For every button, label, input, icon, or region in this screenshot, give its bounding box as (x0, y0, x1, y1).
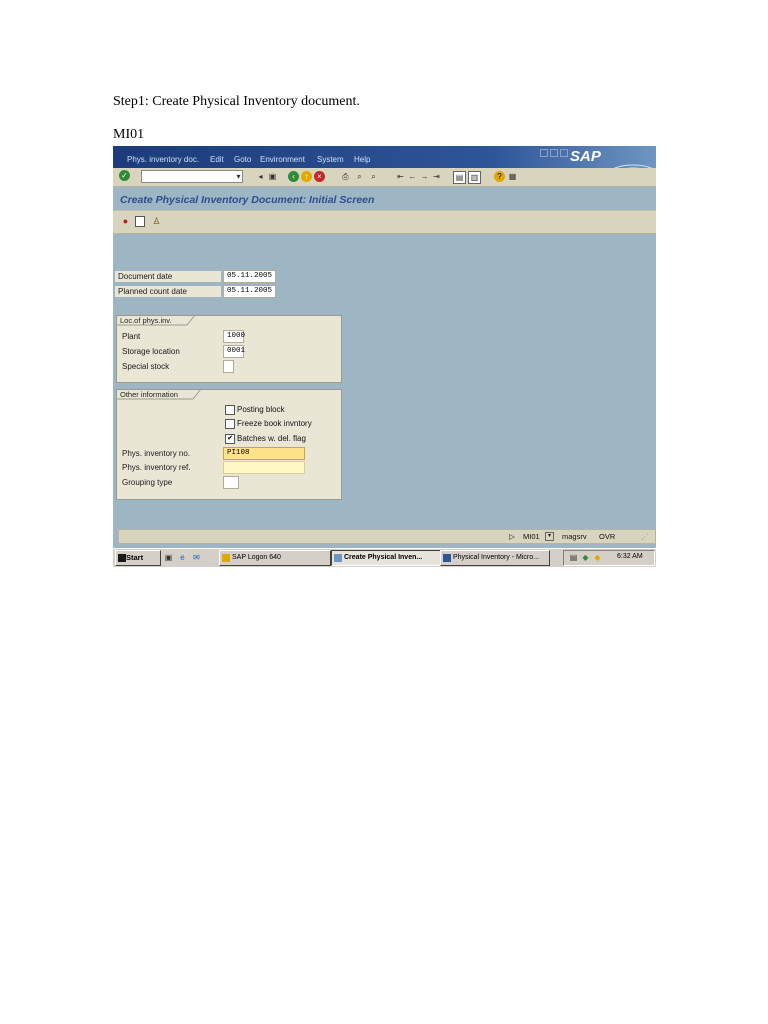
print-icon[interactable]: ⎙ (340, 171, 351, 182)
system-tray: ▤ ◆ ◆ 6:32 AM (563, 550, 655, 566)
back-icon[interactable]: ‹ (288, 171, 299, 182)
first-page-icon[interactable]: ⇤ (395, 171, 406, 182)
tray-shield-icon[interactable]: ◆ (592, 552, 603, 563)
phys-inventory-no-field[interactable]: PI108 (223, 447, 305, 460)
phys-inventory-ref-field[interactable] (223, 461, 305, 474)
clock: 6:32 AM (617, 553, 643, 560)
sap-logon-icon (222, 554, 230, 562)
user-settings-icon[interactable]: ● (120, 216, 131, 227)
storage-location-label: Storage location (119, 346, 225, 357)
step-heading: Step1: Create Physical Inventory documen… (113, 94, 360, 109)
command-field[interactable] (141, 170, 243, 183)
save-icon[interactable]: ▣ (267, 171, 278, 182)
taskbar-create-physical-inventory-label: Create Physical Inven... (344, 554, 423, 561)
network-icon[interactable]: ▤ (568, 552, 579, 563)
enter-check-icon[interactable]: ✓ (119, 170, 130, 181)
location-group-tab-outline (117, 314, 196, 326)
new-document-icon[interactable] (135, 216, 145, 227)
person-icon[interactable]: ♙ (151, 216, 162, 227)
next-page-icon[interactable]: → (419, 171, 430, 182)
special-stock-label: Special stock (119, 361, 225, 372)
taskbar-sap-logon[interactable]: SAP Logon 640 (219, 550, 331, 566)
start-button[interactable]: Start (115, 550, 161, 566)
menu-environment[interactable]: Environment (260, 155, 305, 164)
grouping-type-label: Grouping type (119, 477, 225, 488)
storage-location-field[interactable]: 0001 (223, 345, 245, 358)
minimize-icon[interactable] (540, 149, 548, 157)
help-icon[interactable]: ? (494, 171, 505, 182)
batches-deletion-flag-checkbox[interactable]: ✔ (225, 434, 235, 444)
menu-bar: Phys. inventory doc. Edit Goto Environme… (113, 146, 656, 184)
plant-label: Plant (119, 331, 225, 342)
outlook-icon[interactable]: ✉ (191, 552, 202, 563)
close-icon[interactable] (560, 149, 568, 157)
status-expand-icon[interactable]: ▷ (509, 532, 515, 541)
taskbar-word-document[interactable]: Physical Inventory - Micro... (440, 550, 550, 566)
layout-menu-icon[interactable]: ▦ (507, 171, 518, 182)
back-arrow-icon[interactable]: ◂ (255, 171, 266, 182)
grouping-type-field[interactable] (223, 476, 239, 489)
phys-inventory-ref-label: Phys. inventory ref. (119, 462, 225, 473)
posting-block-label: Posting block (237, 405, 285, 414)
freeze-book-inventory-label: Freeze book invntory (237, 419, 312, 428)
show-desktop-icon[interactable]: ▣ (163, 552, 174, 563)
application-toolbar (113, 210, 656, 234)
special-stock-field[interactable] (223, 360, 234, 373)
status-server: magsrv (562, 532, 587, 541)
dropdown-icon[interactable]: ▾ (233, 171, 244, 182)
planned-count-date-field[interactable]: 05.11.2005 (223, 285, 276, 298)
taskbar-sap-logon-label: SAP Logon 640 (232, 554, 281, 561)
document-date-field[interactable]: 05.11.2005 (223, 270, 276, 283)
create-session-icon[interactable]: ▤ (453, 171, 466, 184)
create-shortcut-icon[interactable]: ▥ (468, 171, 481, 184)
internet-explorer-icon[interactable]: e (177, 552, 188, 563)
status-transaction-code: MI01 (523, 532, 540, 541)
phys-inventory-no-label: Phys. inventory no. (119, 448, 225, 459)
tray-app-icon[interactable]: ◆ (580, 552, 591, 563)
page-title: Create Physical Inventory Document: Init… (120, 194, 375, 206)
status-mode[interactable]: OVR (599, 532, 615, 541)
exit-icon[interactable]: ↑ (301, 171, 312, 182)
maximize-icon[interactable] (550, 149, 558, 157)
previous-page-icon[interactable]: ← (407, 171, 418, 182)
planned-count-date-label: Planned count date (115, 286, 221, 297)
last-page-icon[interactable]: ⇥ (431, 171, 442, 182)
start-label: Start (126, 553, 144, 562)
menu-system[interactable]: System (317, 155, 344, 164)
menu-goto[interactable]: Goto (234, 155, 251, 164)
transaction-code-heading: MI01 (113, 127, 145, 142)
document-date-label: Document date (115, 271, 221, 282)
menu-help[interactable]: Help (354, 155, 370, 164)
plant-field[interactable]: 1000 (223, 330, 245, 343)
other-information-tab-outline (117, 388, 202, 400)
word-icon (443, 554, 451, 562)
taskbar-create-physical-inventory[interactable]: Create Physical Inven... (331, 550, 441, 566)
sap-screenshot: Phys. inventory doc. Edit Goto Environme… (113, 146, 656, 567)
menu-edit[interactable]: Edit (210, 155, 224, 164)
find-next-icon[interactable]: ⌕ (368, 171, 379, 182)
resize-grip-icon[interactable]: ⋰ (641, 532, 649, 541)
cancel-icon[interactable]: × (314, 171, 325, 182)
windows-logo-icon (118, 554, 126, 562)
batches-deletion-flag-label: Batches w. del. flag (237, 434, 306, 443)
sap-window-icon (334, 554, 342, 562)
taskbar-word-document-label: Physical Inventory - Micro... (453, 554, 539, 561)
freeze-book-inventory-checkbox[interactable] (225, 419, 235, 429)
posting-block-checkbox[interactable] (225, 405, 235, 415)
find-icon[interactable]: ⌕ (354, 171, 365, 182)
menu-phys-inventory-doc[interactable]: Phys. inventory doc. (127, 155, 199, 164)
status-dropdown-icon[interactable]: ▾ (545, 532, 554, 541)
